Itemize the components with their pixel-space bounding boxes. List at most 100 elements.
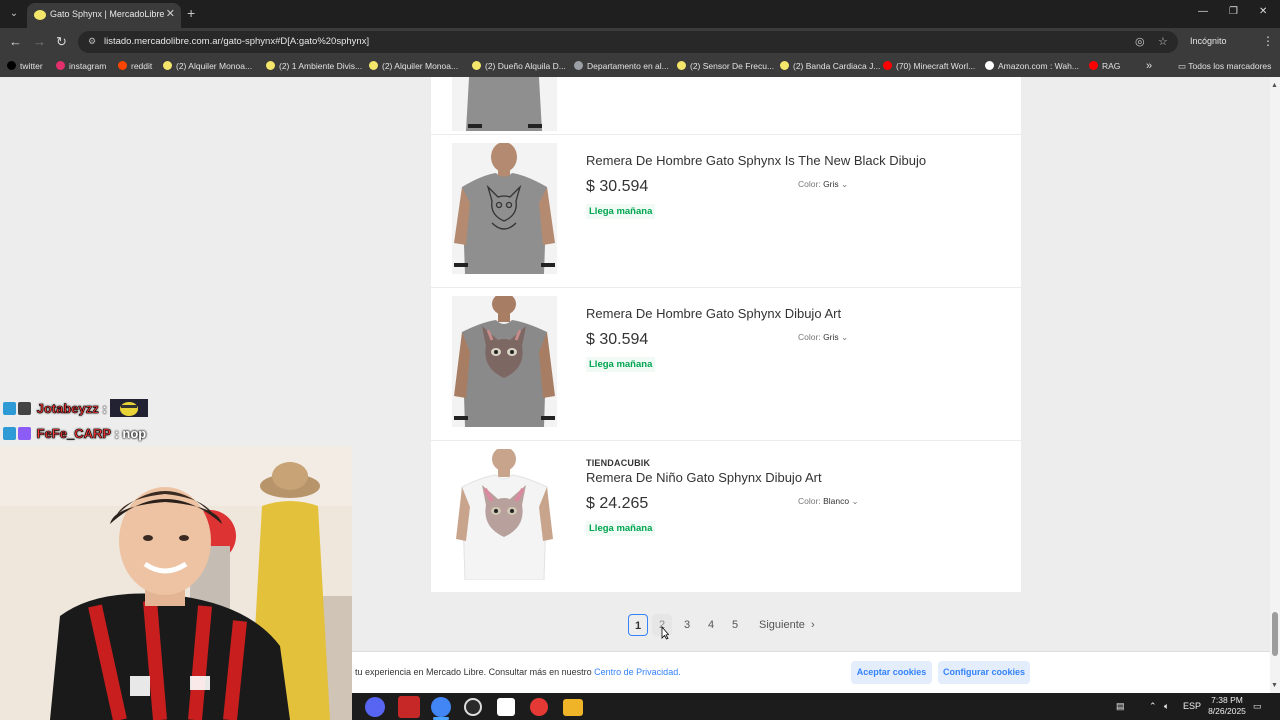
tab-close-icon[interactable]: ✕ xyxy=(166,7,175,20)
shipping-badge: Llega mañana xyxy=(586,357,656,372)
discord-icon[interactable] xyxy=(365,697,385,717)
mercadolibre-favicon-icon xyxy=(34,10,46,20)
more-bookmarks-icon[interactable]: » xyxy=(1146,60,1152,72)
incognito-label[interactable]: Incógnito xyxy=(1190,36,1227,46)
youtube-icon xyxy=(1089,61,1098,70)
youtube-icon xyxy=(883,61,892,70)
show-hidden-icons-icon[interactable]: ⌃ xyxy=(1149,701,1157,712)
back-icon[interactable]: ← xyxy=(9,34,22,50)
bookmark-item[interactable]: instagram xyxy=(56,61,106,71)
keyboard-layout-icon[interactable]: ▤ xyxy=(1116,701,1125,712)
badge-icon xyxy=(18,427,31,440)
next-page-link[interactable]: Siguiente › xyxy=(759,614,815,636)
capcut-icon[interactable] xyxy=(497,698,515,716)
chevron-down-icon: ⌄ xyxy=(841,332,849,342)
url-text[interactable]: listado.mercadolibre.com.ar/gato-sphynx#… xyxy=(104,36,369,47)
chat-message: FeFe_CARP : nop xyxy=(3,426,146,446)
browser-tab[interactable]: Gato Sphynx | MercadoLibre ✕ xyxy=(27,3,181,28)
file-explorer-icon[interactable] xyxy=(563,699,583,716)
list-item[interactable]: TIENDACUBIK Remera De Niño Gato Sphynx D… xyxy=(431,441,1021,592)
close-window-icon[interactable]: ✕ xyxy=(1259,6,1267,17)
bookmark-item[interactable]: (2) Dueño Alquila D... xyxy=(472,61,566,71)
page-link-3[interactable]: 3 xyxy=(677,614,697,636)
bookmark-item[interactable]: (2) Alquiler Monoa... xyxy=(163,61,252,71)
folder-icon: ▭ xyxy=(1178,61,1189,71)
chat-text: nop xyxy=(122,426,147,441)
forward-icon[interactable]: → xyxy=(33,34,46,50)
obs-icon[interactable] xyxy=(464,698,482,716)
site-info-icon[interactable]: ⚙ xyxy=(88,36,96,47)
list-item[interactable]: Remera De Hombre Gato Sphynx Is The New … xyxy=(431,135,1021,288)
scroll-up-icon[interactable]: ▲ xyxy=(1271,82,1278,89)
shipping-badge: Llega mañana xyxy=(586,521,656,536)
privacy-center-link[interactable]: Centro de Privacidad. xyxy=(594,667,681,677)
ml-icon xyxy=(163,61,172,70)
scroll-down-icon[interactable]: ▼ xyxy=(1271,682,1278,689)
product-price: $ 30.594 xyxy=(586,178,649,195)
opera-icon[interactable] xyxy=(530,698,548,716)
list-item[interactable] xyxy=(431,77,1021,135)
new-tab-icon[interactable]: + xyxy=(187,5,195,21)
bookmark-item[interactable]: (2) Banda Cardiaca J... xyxy=(780,61,880,71)
reload-icon[interactable]: ↻ xyxy=(56,34,67,50)
browser-menu-icon[interactable]: ⋮ xyxy=(1262,34,1274,48)
windows-taskbar: ▤ ⌃ 🔈︎ ESP 7:38 PM 8/26/2025 ▭ xyxy=(352,693,1280,720)
video-app-icon[interactable] xyxy=(398,696,420,718)
page-link-1[interactable]: 1 xyxy=(628,614,648,636)
address-bar[interactable]: ⚙ listado.mercadolibre.com.ar/gato-sphyn… xyxy=(78,31,1178,53)
product-title[interactable]: Remera De Niño Gato Sphynx Dibujo Art xyxy=(586,470,822,485)
product-title[interactable]: Remera De Hombre Gato Sphynx Dibujo Art xyxy=(586,306,841,321)
color-selector[interactable]: Color: Gris ⌄ xyxy=(798,332,848,343)
color-selector[interactable]: Color: Gris ⌄ xyxy=(798,179,848,190)
cookie-text: tu experiencia en Mercado Libre. Consult… xyxy=(355,667,681,677)
notifications-icon[interactable]: ▭ xyxy=(1253,701,1262,712)
product-title[interactable]: Remera De Hombre Gato Sphynx Is The New … xyxy=(586,153,926,168)
badge-icon xyxy=(18,402,31,415)
restore-icon[interactable]: ❐ xyxy=(1229,6,1238,17)
chrome-icon[interactable] xyxy=(431,697,451,717)
bookmark-item[interactable]: Amazon.com : Wah... xyxy=(985,61,1079,71)
page-link-5[interactable]: 5 xyxy=(725,614,745,636)
bookmark-item[interactable]: (2) Alquiler Monoa... xyxy=(369,61,458,71)
bookmark-item[interactable]: Departamento en al... xyxy=(574,61,669,71)
product-thumbnail[interactable] xyxy=(452,77,557,131)
minimize-icon[interactable]: — xyxy=(1198,6,1208,17)
bookmark-star-icon[interactable]: ☆ xyxy=(1158,35,1168,48)
bookmark-item[interactable]: (2) 1 Ambiente Divis... xyxy=(266,61,362,71)
bookmark-item[interactable]: (70) Minecraft Worl... xyxy=(883,61,975,71)
product-price: $ 30.594 xyxy=(586,331,649,348)
all-bookmarks-folder[interactable]: ▭ Todos los marcadores xyxy=(1178,61,1271,72)
product-price: $ 24.265 xyxy=(586,495,649,512)
list-item[interactable]: Remera De Hombre Gato Sphynx Dibujo Art … xyxy=(431,288,1021,441)
tab-search-icon[interactable]: ⌄ xyxy=(5,6,23,22)
accept-cookies-button[interactable]: Aceptar cookies xyxy=(851,661,932,684)
chevron-down-icon: ⌄ xyxy=(851,496,859,506)
system-clock[interactable]: 7:38 PM 8/26/2025 xyxy=(1204,695,1250,717)
product-thumbnail[interactable] xyxy=(452,449,557,580)
browser-tab-bar: ⌄ Gato Sphynx | MercadoLibre ✕ + — ❐ ✕ xyxy=(0,0,1280,28)
emote-image xyxy=(110,399,149,417)
mouse-cursor-icon xyxy=(661,626,669,640)
chevron-down-icon: ⌄ xyxy=(841,179,849,189)
product-thumbnail[interactable] xyxy=(452,143,557,274)
language-indicator[interactable]: ESP xyxy=(1183,701,1201,711)
bookmark-item[interactable]: reddit xyxy=(118,61,152,71)
seller-name[interactable]: TIENDACUBIK xyxy=(586,458,650,468)
volume-icon[interactable]: 🔈︎ xyxy=(1164,701,1169,712)
bookmark-item[interactable]: RAG xyxy=(1089,61,1120,71)
eye-off-icon[interactable]: ◎ xyxy=(1135,35,1145,48)
bookmark-item[interactable]: (2) Sensor De Frecu... xyxy=(677,61,774,71)
house-icon xyxy=(574,61,583,70)
chat-username: FeFe_CARP xyxy=(36,426,111,442)
amazon-icon xyxy=(985,61,994,70)
page-scrollbar[interactable] xyxy=(1270,77,1280,693)
color-selector[interactable]: Color: Blanco ⌄ xyxy=(798,496,859,507)
bookmark-item[interactable]: twitter xyxy=(7,61,43,71)
page-link-4[interactable]: 4 xyxy=(701,614,721,636)
shipping-badge: Llega mañana xyxy=(586,204,656,219)
scrollbar-thumb[interactable] xyxy=(1272,612,1278,656)
product-thumbnail[interactable] xyxy=(452,296,557,427)
chevron-right-icon: › xyxy=(807,619,815,631)
configure-cookies-button[interactable]: Configurar cookies xyxy=(938,661,1030,684)
ml-icon xyxy=(472,61,481,70)
